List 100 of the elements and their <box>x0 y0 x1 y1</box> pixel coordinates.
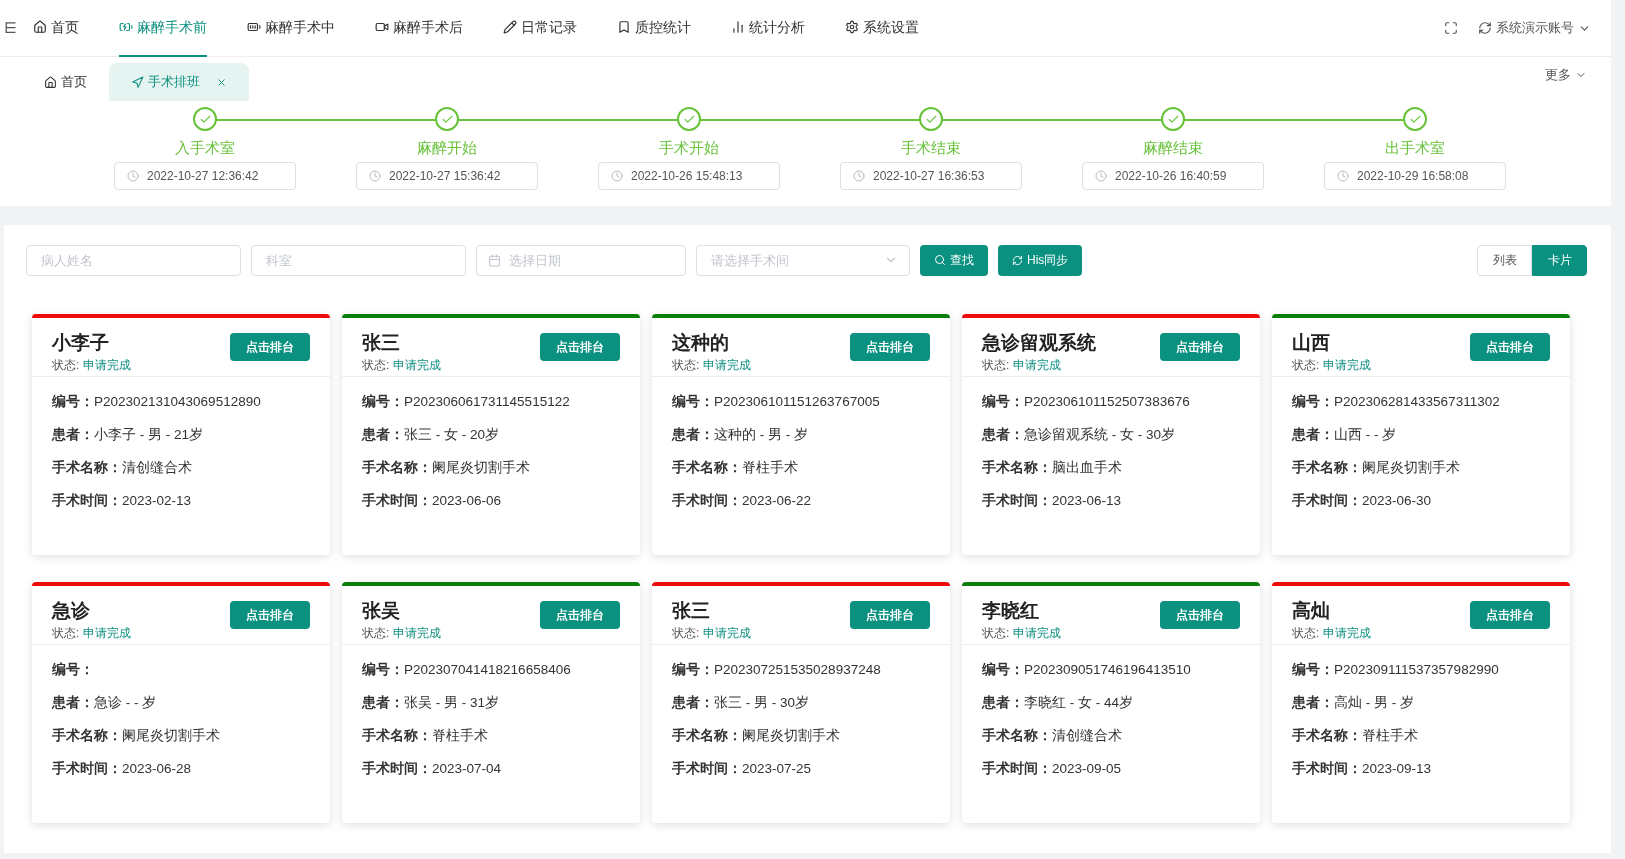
nav-tab[interactable]: 系统设置 <box>845 0 919 57</box>
clock-icon <box>1337 169 1349 182</box>
step-label: 手术开始 <box>659 138 719 158</box>
account-menu[interactable]: 系统演示账号 <box>1478 18 1591 38</box>
bar-chart-icon <box>731 20 745 34</box>
field-value: 急诊 - - 岁 <box>94 693 157 711</box>
department-field[interactable]: 科室 <box>251 244 466 276</box>
field-label: 手术名称： <box>52 458 122 476</box>
field-label: 手术时间： <box>52 759 122 777</box>
nav-tab[interactable]: 麻醉手术中 <box>247 0 335 57</box>
field-label: 手术名称： <box>1292 726 1362 744</box>
nav-tab[interactable]: 日常记录 <box>503 0 577 57</box>
field-value: P202306061731145515122 <box>404 392 570 410</box>
patient-name-field[interactable]: 病人姓名 <box>26 244 241 276</box>
field-label: 手术名称： <box>362 726 432 744</box>
status-value: 申请完成 <box>703 624 752 642</box>
field-value: 脊柱手术 <box>1362 726 1418 744</box>
clock-icon <box>853 169 865 182</box>
page-tab[interactable]: 手术排班 <box>109 63 249 101</box>
time-field[interactable]: 2022-10-27 16:36:53 <box>840 161 1022 190</box>
nav-tab[interactable]: 麻醉手术后 <box>375 0 463 57</box>
schedule-button[interactable]: 点击排台 <box>1160 600 1240 629</box>
time-field[interactable]: 2022-10-27 15:36:42 <box>356 161 538 190</box>
schedule-button[interactable]: 点击排台 <box>1160 332 1240 361</box>
status-value: 申请完成 <box>1013 624 1062 642</box>
clock-icon <box>369 169 381 182</box>
field-label: 编号： <box>982 660 1024 678</box>
step-label: 手术结束 <box>901 138 961 158</box>
field-label: 患者： <box>362 693 404 711</box>
status-label: 状态: <box>362 356 390 374</box>
more-dropdown[interactable]: 更多 <box>1545 65 1587 85</box>
fullscreen-icon[interactable] <box>1444 21 1458 35</box>
view-toggle[interactable]: 列表 <box>1477 244 1532 276</box>
time-field[interactable]: 2022-10-26 16:40:59 <box>1082 161 1264 190</box>
field-value: P202306101152507383676 <box>1024 392 1190 410</box>
patient-name: 李晓红 <box>982 598 1040 623</box>
schedule-button[interactable]: 点击排台 <box>230 332 310 361</box>
sync-button[interactable]: His同步 <box>998 244 1083 276</box>
menu-collapse-icon[interactable]: ⋿ <box>4 16 17 40</box>
nav-tab[interactable]: 统计分析 <box>731 0 805 57</box>
field-label: 患者： <box>52 425 94 443</box>
field-value: 急诊留观系统 - 女 - 30岁 <box>1024 425 1175 443</box>
schedule-button[interactable]: 点击排台 <box>850 600 930 629</box>
schedule-button[interactable]: 点击排台 <box>540 600 620 629</box>
field-value: 2023-07-04 <box>432 759 502 777</box>
schedule-button[interactable]: 点击排台 <box>1470 600 1550 629</box>
field-label: 手术时间： <box>982 491 1052 509</box>
nav-tab[interactable]: 首页 <box>33 0 79 57</box>
field-label: 编号： <box>362 392 404 410</box>
patient-name: 张三 <box>362 330 401 355</box>
schedule-button[interactable]: 点击排台 <box>230 600 310 629</box>
time-field[interactable]: 2022-10-26 15:48:13 <box>598 161 780 190</box>
field-value: 脊柱手术 <box>432 726 488 744</box>
close-icon[interactable] <box>216 76 227 88</box>
field-label: 手术时间： <box>1292 491 1362 509</box>
field-label: 手术名称： <box>672 726 742 744</box>
field-value: 山西 - - 岁 <box>1334 425 1397 443</box>
nav-tab[interactable]: 质控统计 <box>617 0 691 57</box>
refresh-icon <box>1012 254 1023 266</box>
step-label: 入手术室 <box>175 138 235 158</box>
field-value: 2023-06-06 <box>432 491 502 509</box>
refresh-icon <box>1478 21 1492 35</box>
page-tab[interactable]: 首页 <box>22 63 109 101</box>
field-value: P202306101151263767005 <box>714 392 880 410</box>
patient-name: 这种的 <box>672 330 730 355</box>
status-value: 申请完成 <box>393 356 442 374</box>
field-label: 患者： <box>52 693 94 711</box>
search-button[interactable]: 查找 <box>920 244 988 276</box>
status-value: 申请完成 <box>83 624 132 642</box>
home-icon <box>33 20 47 34</box>
view-toggle[interactable]: 卡片 <box>1532 244 1587 276</box>
time-field[interactable]: 2022-10-27 12:36:42 <box>114 161 296 190</box>
field-value: 2023-06-13 <box>1052 491 1122 509</box>
compass-icon <box>131 75 144 89</box>
field-value: 这种的 - 男 - 岁 <box>714 425 808 443</box>
time-field[interactable]: 2022-10-29 16:58:08 <box>1324 161 1506 190</box>
patient-name: 高灿 <box>1292 598 1331 623</box>
bookmark-icon <box>617 20 631 34</box>
schedule-button[interactable]: 点击排台 <box>1470 332 1550 361</box>
field-value: 张三 - 女 - 20岁 <box>404 425 499 443</box>
field-label: 手术时间： <box>672 759 742 777</box>
status-value: 申请完成 <box>703 356 752 374</box>
field-value: 脑出血手术 <box>1052 458 1122 476</box>
battery-charging-icon <box>119 20 133 34</box>
field-value: 2023-09-05 <box>1052 759 1122 777</box>
field-label: 编号： <box>1292 392 1334 410</box>
schedule-button[interactable]: 点击排台 <box>850 332 930 361</box>
status-value: 申请完成 <box>1323 356 1372 374</box>
field-label: 手术时间： <box>362 759 432 777</box>
field-label: 患者： <box>672 693 714 711</box>
schedule-button[interactable]: 点击排台 <box>540 332 620 361</box>
field-label: 手术名称： <box>982 458 1052 476</box>
patient-name: 急诊留观系统 <box>982 330 1096 355</box>
status-value: 申请完成 <box>1013 356 1062 374</box>
room-select[interactable]: 请选择手术间 <box>696 244 910 276</box>
status-value: 申请完成 <box>1323 624 1372 642</box>
field-value: 脊柱手术 <box>742 458 798 476</box>
field-value: 清创缝合术 <box>1052 726 1122 744</box>
date-field[interactable]: 选择日期 <box>476 244 686 276</box>
field-value: 2023-06-30 <box>1362 491 1432 509</box>
